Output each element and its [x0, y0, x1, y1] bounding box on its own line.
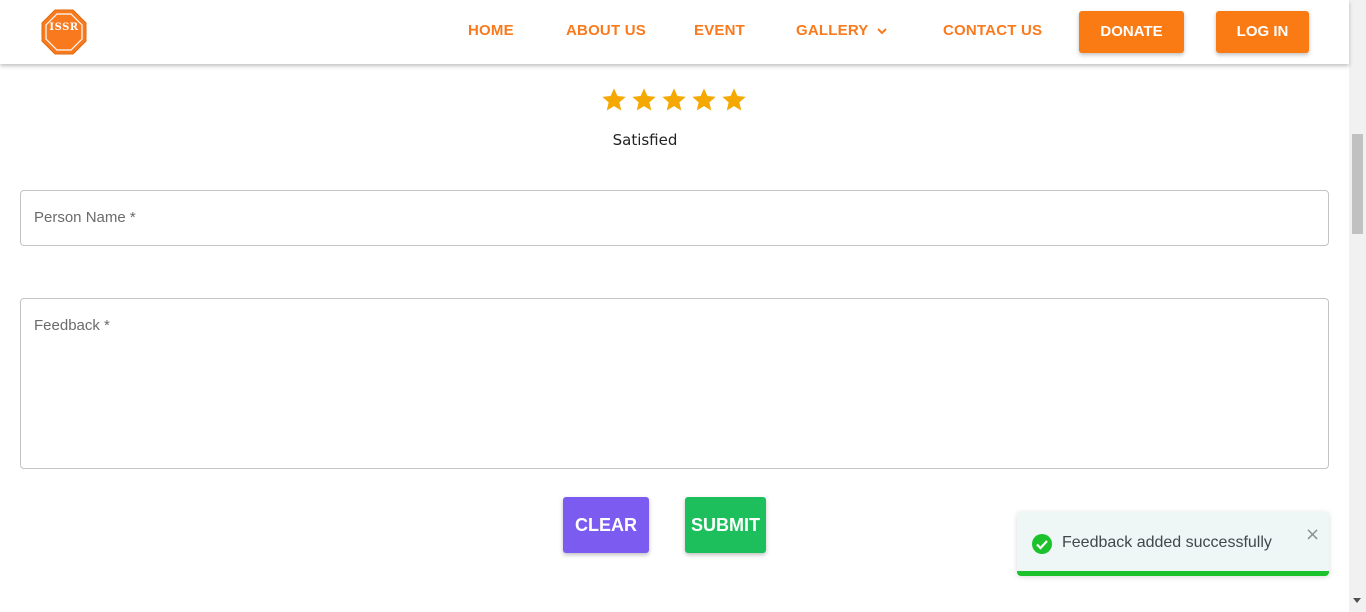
check-circle-icon	[1032, 534, 1052, 554]
feedback-field[interactable]: Feedback *	[20, 298, 1329, 469]
rating-label: Satisfied	[612, 131, 678, 149]
clear-button[interactable]: CLEAR	[563, 497, 649, 553]
nav-home[interactable]: HOME	[468, 22, 514, 39]
toast-progress-bar	[1017, 571, 1329, 576]
scroll-down-arrow-icon[interactable]	[1353, 598, 1361, 603]
scrollbar-thumb[interactable]	[1352, 134, 1363, 234]
issr-logo[interactable]: ISSR	[40, 8, 88, 56]
person-name-label: Person Name *	[34, 209, 136, 226]
site-header: ISSR HOME ABOUT US EVENT GALLERY CONTACT…	[0, 0, 1349, 64]
donate-button[interactable]: DONATE	[1079, 11, 1184, 53]
star-icon[interactable]	[630, 86, 658, 114]
star-icon[interactable]	[660, 86, 688, 114]
submit-button[interactable]: SUBMIT	[685, 497, 766, 553]
logo-text: ISSR	[49, 22, 79, 33]
nav-event[interactable]: EVENT	[694, 22, 745, 39]
nav-contact-us[interactable]: CONTACT US	[943, 22, 1042, 39]
star-icon[interactable]	[600, 86, 628, 114]
star-rating[interactable]	[600, 86, 750, 118]
nav-gallery[interactable]: GALLERY	[796, 22, 869, 39]
page-scrollbar[interactable]	[1349, 0, 1366, 612]
nav-about-us[interactable]: ABOUT US	[566, 22, 646, 39]
toast-message: Feedback added successfully	[1062, 534, 1272, 551]
chevron-down-icon[interactable]	[876, 25, 888, 37]
success-toast: Feedback added successfully ×	[1017, 512, 1329, 576]
feedback-label: Feedback *	[34, 317, 110, 334]
login-button[interactable]: LOG IN	[1216, 11, 1309, 53]
close-icon[interactable]: ×	[1305, 524, 1320, 545]
person-name-field[interactable]: Person Name *	[20, 190, 1329, 246]
star-icon[interactable]	[690, 86, 718, 114]
star-icon[interactable]	[720, 86, 748, 114]
